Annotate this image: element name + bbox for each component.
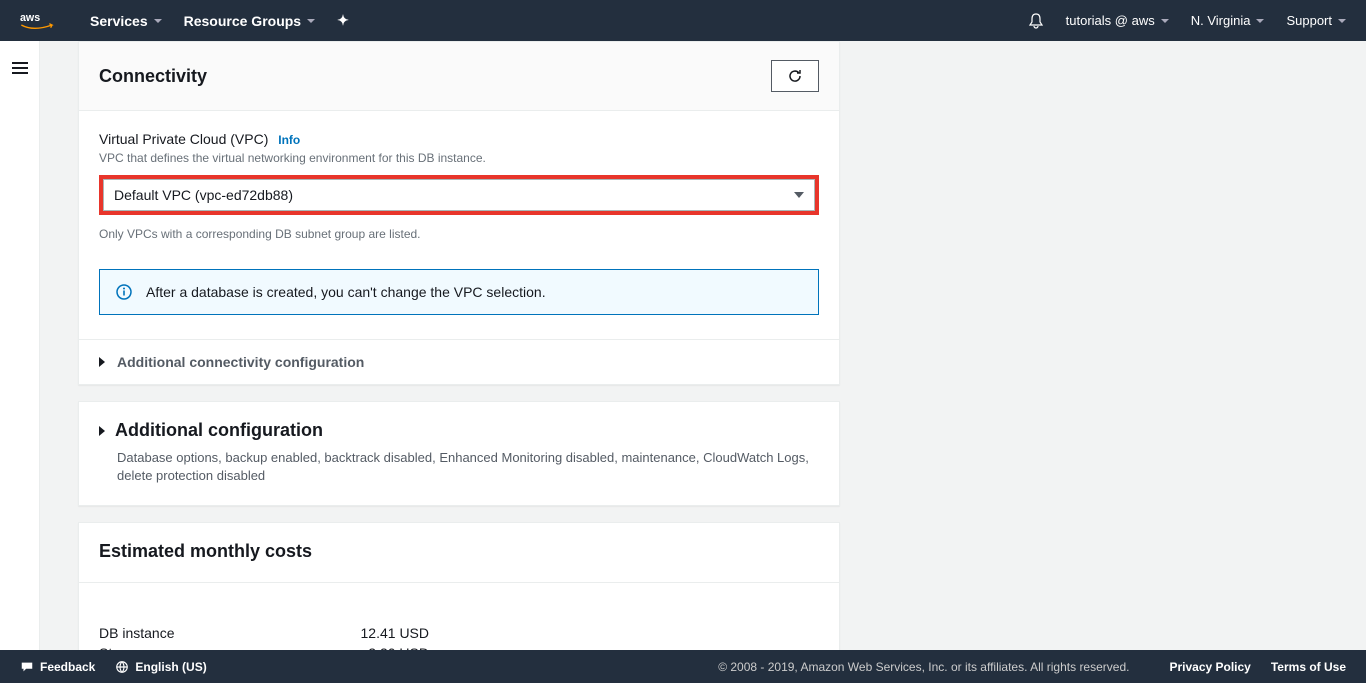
- services-label: Services: [90, 13, 148, 29]
- resource-groups-label: Resource Groups: [184, 13, 301, 29]
- dropdown-caret-icon: [794, 192, 804, 198]
- bell-icon: [1028, 13, 1044, 29]
- side-panel-toggle[interactable]: [0, 41, 40, 650]
- privacy-link[interactable]: Privacy Policy: [1169, 660, 1250, 674]
- vpc-info-alert: After a database is created, you can't c…: [99, 269, 819, 315]
- refresh-button[interactable]: [771, 60, 819, 92]
- support-label: Support: [1286, 13, 1332, 28]
- vpc-alert-text: After a database is created, you can't c…: [146, 284, 546, 300]
- vpc-hint: VPC that defines the virtual networking …: [99, 151, 819, 165]
- additional-connectivity-toggle[interactable]: Additional connectivity configuration: [79, 339, 839, 384]
- connectivity-title: Connectivity: [99, 66, 207, 87]
- vpc-hint2: Only VPCs with a corresponding DB subnet…: [99, 227, 819, 241]
- vpc-select[interactable]: Default VPC (vpc-ed72db88): [103, 179, 815, 211]
- additional-config-toggle[interactable]: Additional configuration: [99, 420, 819, 441]
- region-menu[interactable]: N. Virginia: [1191, 13, 1265, 28]
- connectivity-panel: Connectivity Virtual Private Cloud (VPC)…: [78, 41, 840, 385]
- pin-icon: ✦: [337, 12, 349, 29]
- support-menu[interactable]: Support: [1286, 13, 1346, 28]
- vpc-selected-value: Default VPC (vpc-ed72db88): [114, 187, 293, 203]
- cost-label: DB instance: [99, 625, 174, 641]
- speech-bubble-icon: [20, 660, 34, 674]
- vpc-label: Virtual Private Cloud (VPC): [99, 131, 268, 147]
- top-navigation: aws Services Resource Groups ✦ tutorials…: [0, 0, 1366, 41]
- terms-link[interactable]: Terms of Use: [1271, 660, 1346, 674]
- hamburger-icon: [12, 59, 28, 77]
- refresh-icon: [787, 68, 803, 84]
- feedback-label: Feedback: [40, 660, 95, 674]
- caret-down-icon: [154, 19, 162, 23]
- language-label: English (US): [135, 660, 206, 674]
- caret-down-icon: [1338, 19, 1346, 23]
- info-icon: [116, 284, 132, 300]
- pin-button[interactable]: ✦: [337, 12, 349, 29]
- footer: Feedback English (US) © 2008 - 2019, Ama…: [0, 650, 1366, 683]
- vpc-select-highlight: Default VPC (vpc-ed72db88): [99, 175, 819, 215]
- aws-logo[interactable]: aws: [20, 9, 60, 33]
- vpc-info-link[interactable]: Info: [278, 133, 300, 147]
- additional-config-title: Additional configuration: [115, 420, 323, 441]
- additional-config-panel: Additional configuration Database option…: [78, 401, 840, 506]
- caret-down-icon: [307, 19, 315, 23]
- feedback-link[interactable]: Feedback: [20, 660, 95, 674]
- globe-icon: [115, 660, 129, 674]
- account-label: tutorials @ aws: [1066, 13, 1155, 28]
- caret-down-icon: [1256, 19, 1264, 23]
- main-content: Connectivity Virtual Private Cloud (VPC)…: [40, 41, 1366, 650]
- services-menu[interactable]: Services: [90, 13, 162, 29]
- svg-text:aws: aws: [20, 12, 40, 24]
- estimated-costs-title: Estimated monthly costs: [99, 541, 819, 562]
- additional-config-summary: Database options, backup enabled, backtr…: [99, 449, 819, 485]
- connectivity-header: Connectivity: [79, 42, 839, 111]
- account-menu[interactable]: tutorials @ aws: [1066, 13, 1169, 28]
- cost-row: DB instance 12.41 USD: [99, 623, 429, 643]
- caret-down-icon: [1161, 19, 1169, 23]
- resource-groups-menu[interactable]: Resource Groups: [184, 13, 315, 29]
- additional-connectivity-label: Additional connectivity configuration: [117, 354, 364, 370]
- expand-caret-icon: [99, 357, 105, 367]
- cost-table: DB instance 12.41 USD Storage 2.30 USD T…: [99, 623, 429, 650]
- cost-row: Storage 2.30 USD: [99, 643, 429, 650]
- estimated-costs-panel: Estimated monthly costs DB instance 12.4…: [78, 522, 840, 650]
- expand-caret-icon: [99, 426, 105, 436]
- notifications-button[interactable]: [1028, 13, 1044, 29]
- cost-value: 12.41 USD: [361, 625, 429, 641]
- region-label: N. Virginia: [1191, 13, 1251, 28]
- language-selector[interactable]: English (US): [115, 660, 206, 674]
- copyright-text: © 2008 - 2019, Amazon Web Services, Inc.…: [718, 660, 1129, 674]
